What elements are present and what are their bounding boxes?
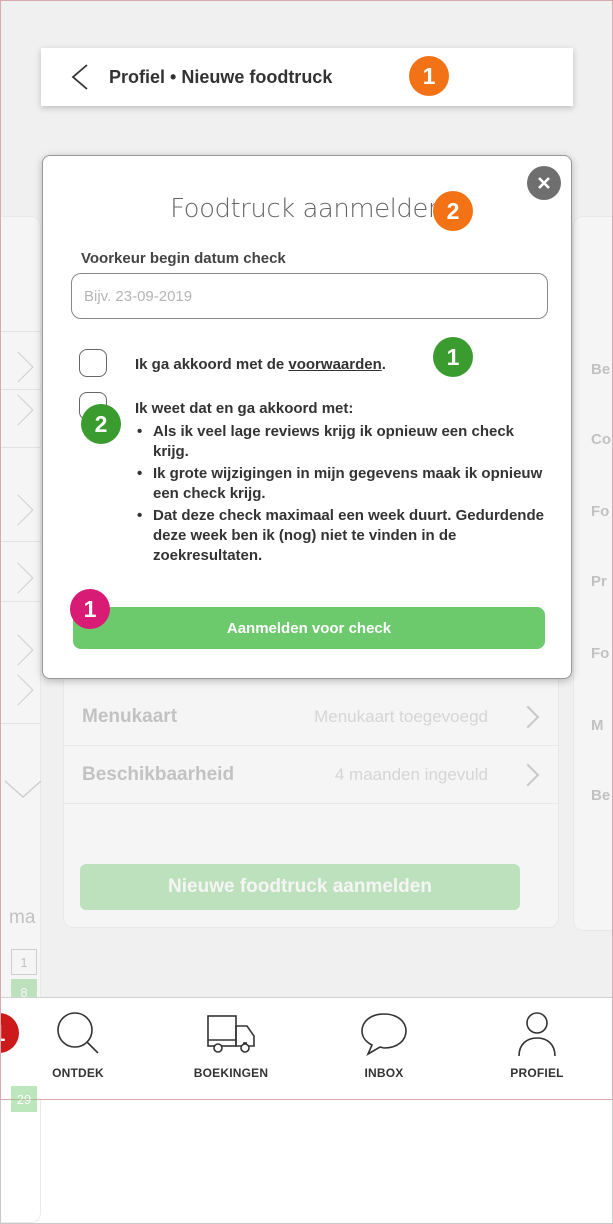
terms-text-prefix: Ik ga akkoord met de <box>135 356 289 373</box>
divider <box>1 541 41 542</box>
date-label: Voorkeur begin datum check <box>81 250 286 267</box>
terms-text-suffix: . <box>381 356 386 373</box>
chevron-right-icon <box>516 763 540 786</box>
search-icon <box>57 1012 99 1054</box>
bg-right-label: Pr <box>591 573 607 590</box>
terms-text: Ik ga akkoord met de voorwaarden. <box>135 356 386 373</box>
nav-ontdek[interactable]: ONTDEK <box>23 1008 133 1080</box>
nav-label: ONTDEK <box>52 1066 104 1080</box>
bg-row-value: 4 maanden ingevuld <box>334 764 488 784</box>
bg-right-label: Fo <box>591 503 610 520</box>
terms-checkbox[interactable] <box>79 349 107 377</box>
bg-right-label: Be <box>591 361 611 378</box>
conditions-text: Ik weet dat en ga akkoord met: <box>135 400 354 417</box>
chevron-down-icon <box>4 780 42 799</box>
new-foodtruck-button: Nieuwe foodtruck aanmelden <box>80 864 520 910</box>
list-item: Als ik veel lage reviews krijg ik opnieu… <box>135 422 545 462</box>
bg-row-label: Beschikbaarheid <box>82 763 235 785</box>
nav-label: PROFIEL <box>510 1066 564 1080</box>
modal-title: Foodtruck aanmelden <box>170 194 444 224</box>
divider <box>1 447 41 448</box>
submit-check-button[interactable]: Aanmelden voor check <box>73 607 545 649</box>
scroll-extension: 29 <box>0 1086 613 1224</box>
conditions-list: Als ik veel lage reviews krijg ik opnieu… <box>135 422 545 568</box>
bg-month-text: ma <box>9 907 36 928</box>
divider <box>1 389 41 390</box>
page-title: Profiel • Nieuwe foodtruck <box>109 66 333 87</box>
bg-row-menukaart: Menukaart Menukaart toegevoegd <box>64 688 558 746</box>
nav-boekingen[interactable]: BOEKINGEN <box>176 1008 286 1080</box>
bottom-navigation: ONTDEK BOEKINGEN INBOX PROFIEL <box>1 997 612 1099</box>
nav-label: BOEKINGEN <box>193 1066 269 1080</box>
chat-bubble-icon <box>361 1013 407 1056</box>
nav-profiel[interactable]: PROFIEL <box>482 1008 592 1080</box>
chevron-right-icon <box>516 705 540 728</box>
annotation-badge: 1 <box>70 589 110 629</box>
phone-screen: Be Co Fo Pr Fo M Be ma 1 8 Menukaart Men… <box>0 0 613 1100</box>
annotation-badge: 1 <box>409 56 449 96</box>
bg-right-label: Co <box>591 431 611 448</box>
bg-right-label: Fo <box>591 645 610 662</box>
back-arrow-icon[interactable] <box>69 64 93 90</box>
truck-icon <box>207 1015 255 1053</box>
divider <box>1 331 41 332</box>
signup-modal: Foodtruck aanmelden Voorkeur begin datum… <box>42 155 572 679</box>
nav-inbox[interactable]: INBOX <box>329 1008 439 1080</box>
bg-row-label: Menukaart <box>82 705 178 727</box>
header-bar: Profiel • Nieuwe foodtruck <box>41 48 573 106</box>
user-icon <box>518 1012 556 1057</box>
list-item: Dat deze check maximaal een week duurt. … <box>135 506 545 566</box>
bg-row-beschikbaarheid: Beschikbaarheid 4 maanden ingevuld <box>64 746 558 804</box>
bg-right-label: Be <box>591 787 611 804</box>
bg-row-value: Menukaart toegevoegd <box>314 706 488 726</box>
divider <box>1 723 41 724</box>
annotation-badge: 2 <box>433 191 473 231</box>
date-input[interactable] <box>71 273 548 319</box>
annotation-badge: 1 <box>433 337 473 377</box>
list-item: Ik grote wijzigingen in mijn gegevens ma… <box>135 464 545 504</box>
bg-card-left-tail <box>1 1100 41 1223</box>
bg-calendar-day: 1 <box>11 949 37 975</box>
nav-label: INBOX <box>364 1066 404 1080</box>
bg-calendar-day: 29 <box>11 1086 37 1112</box>
close-icon <box>538 177 550 189</box>
bg-right-label: M <box>591 717 604 734</box>
annotation-badge: 2 <box>81 404 121 444</box>
divider <box>1 601 41 602</box>
terms-link[interactable]: voorwaarden <box>288 356 381 373</box>
